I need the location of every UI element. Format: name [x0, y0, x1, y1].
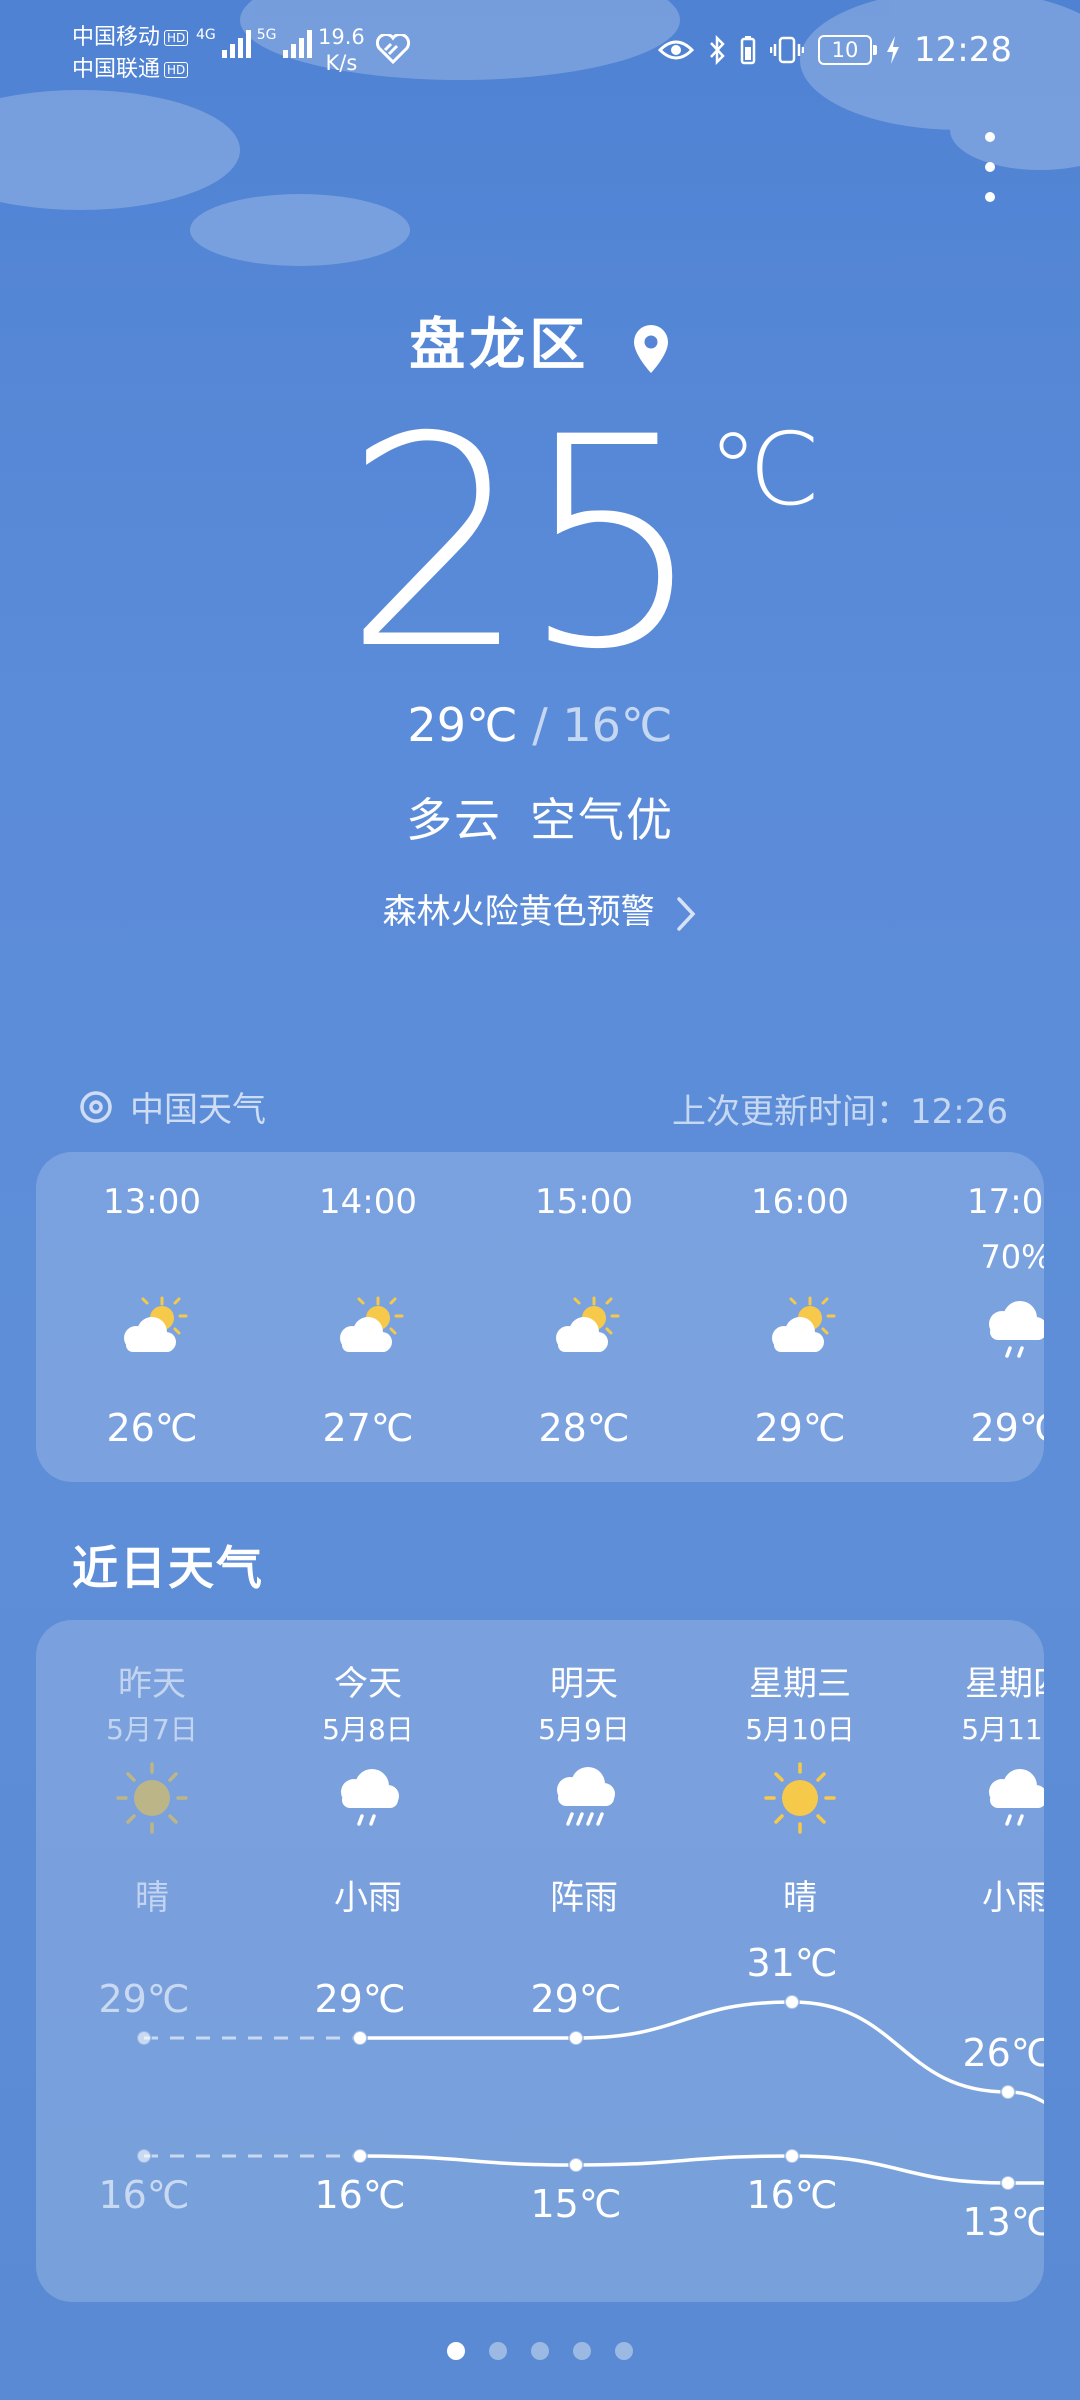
bluetooth-icon: [710, 35, 725, 65]
high-line: [360, 2000, 1044, 2104]
page-dot[interactable]: [447, 2342, 465, 2360]
low-label: 16℃: [98, 2173, 189, 2217]
source-name: 中国天气: [130, 1090, 266, 1130]
carrier-1: 中国移动: [72, 25, 161, 50]
daily-section-title: 近日天气: [72, 1541, 264, 1595]
location-pin-icon: [633, 324, 668, 373]
more-dot-icon: [985, 192, 995, 202]
hourly-time: 16:00: [751, 1182, 849, 1222]
location-header[interactable]: 盘龙区: [0, 300, 1080, 381]
charging-icon: [887, 36, 900, 64]
alert-text: 森林火险黄色预警: [382, 892, 655, 932]
page-dot[interactable]: [573, 2342, 591, 2360]
temperature-trend-chart: 29℃ 29℃ 29℃ 31℃ 26℃ 16℃ 16℃ 15℃ 16℃ 13℃: [98, 1941, 1044, 2244]
battery-icon: 10: [818, 35, 878, 65]
hourly-temp: 26℃: [106, 1406, 198, 1450]
partly-cloudy-icon: [546, 1292, 622, 1368]
temperature-value: 25: [343, 376, 704, 713]
low-line: [359, 2154, 1044, 2185]
high-label: 29℃: [314, 1977, 405, 2021]
low-point: [1000, 2175, 1016, 2191]
hourly-forecast-card[interactable]: 13:00 26℃ 14:00 27℃ 15:00 28℃ 16:00 29℃ …: [36, 1152, 1044, 1482]
weather-alert[interactable]: 森林火险黄色预警: [0, 884, 1080, 933]
signal-indicators: 4G 5G: [196, 28, 312, 58]
more-dot-icon: [985, 162, 995, 172]
high-point: [136, 2030, 152, 2046]
carrier-2: 中国联通: [72, 57, 161, 82]
current-temperature: 25 ℃: [0, 400, 1080, 690]
today-high: 29℃: [407, 698, 518, 752]
today-low: 16℃: [562, 698, 673, 752]
speed-value: 19.6: [318, 25, 365, 49]
today-range: 29℃ / 16℃: [0, 698, 1080, 752]
partly-cloudy-icon: [330, 1292, 406, 1368]
speed-unit: K/s: [325, 51, 358, 75]
china-weather-logo-icon: [80, 1090, 112, 1123]
eye-icon: [658, 40, 695, 60]
page-dot[interactable]: [615, 2342, 633, 2360]
condition-text: 多云: [406, 793, 502, 847]
hourly-time: 15:00: [535, 1182, 633, 1222]
range-separator: /: [517, 698, 563, 752]
high-point: [352, 2030, 368, 2046]
hourly-time: 14:00: [319, 1182, 417, 1222]
hourly-temp: 29℃: [754, 1406, 846, 1450]
updated-time: 12:26: [910, 1092, 1008, 1132]
low-point: [568, 2157, 584, 2173]
low-point: [352, 2148, 368, 2164]
temperature-unit: ℃: [708, 411, 821, 528]
current-condition: 多云 空气优: [0, 784, 1080, 850]
updated-label: 上次更新时间：: [672, 1092, 911, 1132]
network-type-2: 5G: [256, 27, 277, 43]
signal-bars-icon: [282, 28, 312, 58]
battery-saver-icon: [740, 36, 756, 65]
hd-badge: HD: [164, 62, 189, 78]
city-name: 盘龙区: [409, 313, 590, 378]
data-source[interactable]: 中国天气: [76, 1082, 266, 1131]
low-point: [136, 2148, 152, 2164]
more-options-button[interactable]: [978, 132, 1002, 202]
network-type-1: 4G: [196, 27, 216, 43]
hourly-temp: 29℃: [970, 1406, 1044, 1450]
low-label: 13℃: [962, 2200, 1044, 2244]
high-point: [1000, 2084, 1016, 2100]
high-point: [568, 2030, 584, 2046]
battery-level: 10: [831, 38, 859, 62]
hourly-temp: 28℃: [538, 1406, 630, 1450]
low-label: 15℃: [530, 2182, 621, 2226]
daily-forecast-card[interactable]: 昨天 5月7日 晴 今天 5月8日 小雨 明天 5月9日 阵雨 星期三 5月10…: [36, 1620, 1044, 2302]
low-label: 16℃: [314, 2173, 405, 2217]
high-label: 29℃: [530, 1977, 621, 2021]
health-icon: [376, 34, 410, 64]
low-label: 16℃: [746, 2173, 837, 2217]
hourly-precip: 70%: [980, 1238, 1044, 1276]
status-right: 10 12:28: [658, 30, 1012, 70]
hourly-time: 13:00: [103, 1182, 201, 1222]
hourly-time: 17:00: [967, 1182, 1044, 1222]
last-updated: 上次更新时间：12:26: [672, 1084, 1008, 1133]
carrier-info: 中国移动 HD 中国联通 HD: [72, 22, 189, 86]
chevron-right-icon: [677, 896, 696, 931]
clock: 12:28: [914, 30, 1012, 70]
page-dot[interactable]: [531, 2342, 549, 2360]
signal-bars-icon: [221, 28, 251, 58]
page-dot[interactable]: [489, 2342, 507, 2360]
air-quality[interactable]: 空气优: [530, 793, 674, 847]
high-label: 31℃: [746, 1941, 837, 1985]
partly-cloudy-icon: [762, 1292, 838, 1368]
page-indicator[interactable]: [0, 2342, 1080, 2360]
low-point: [784, 2148, 800, 2164]
high-label: 26℃: [962, 2031, 1044, 2075]
network-speed: 19.6 K/s: [318, 24, 365, 76]
high-point: [784, 1994, 800, 2010]
hourly-temp: 27℃: [322, 1406, 414, 1450]
high-label: 29℃: [98, 1977, 189, 2021]
partly-cloudy-icon: [114, 1292, 190, 1368]
more-dot-icon: [985, 132, 995, 142]
vibrate-icon: [770, 36, 805, 64]
light-rain-icon: [978, 1292, 1044, 1368]
status-bar: 中国移动 HD 中国联通 HD 4G 5G 19.6 K/s 10 12:28: [0, 0, 1080, 100]
hd-badge: HD: [164, 30, 189, 46]
